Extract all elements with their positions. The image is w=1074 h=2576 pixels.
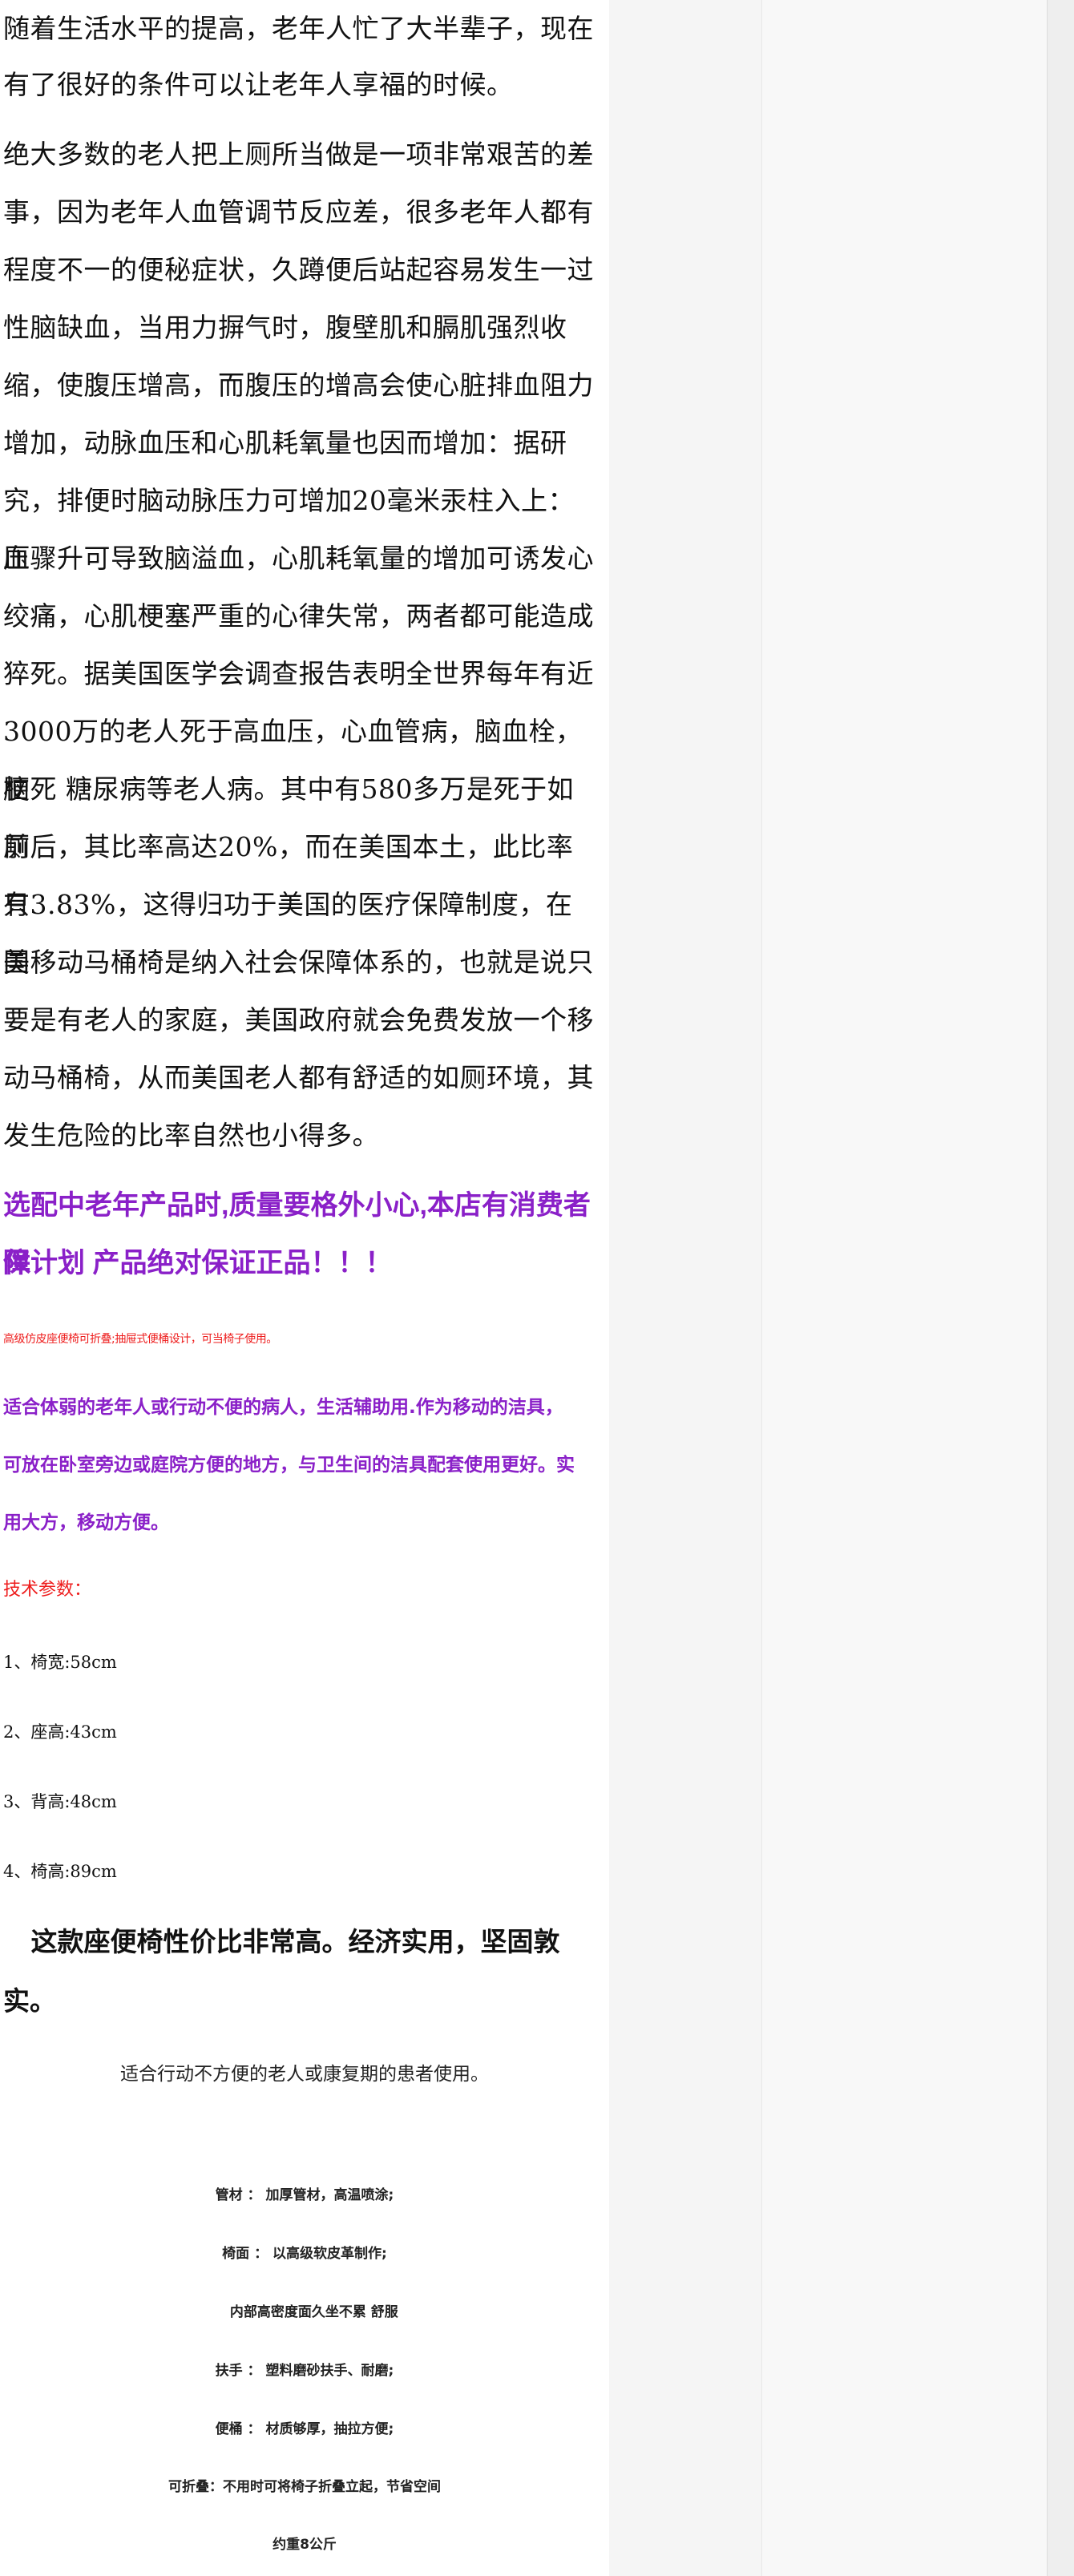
headline-line-2: 实。 <box>3 1985 56 2017</box>
body-line: 发生危险的比率自然也小得多。 <box>3 1120 379 1151</box>
red-feature-note: 高级仿皮座便椅可折叠;抽屉式便桶设计，可当椅子使用。 <box>3 1333 277 1346</box>
feature-line: 内部高密度面久坐不累 舒服 <box>211 2304 398 2320</box>
vertical-scrollbar[interactable] <box>1047 0 1074 2576</box>
body-line: 要是有老人的家庭，美国政府就会免费发放一个移 <box>3 1004 594 1036</box>
purple-usage-line-3: 用大方，移动方便。 <box>3 1512 169 1533</box>
intro-line-1: 随着生活水平的提高，老年人忙了大半辈子，现在 <box>3 13 594 44</box>
body-line: 压骤升可导致脑溢血，心肌耗氧量的增加可诱发心 <box>3 543 594 574</box>
middle-gutter <box>609 0 761 2576</box>
body-line: 国移动马桶椅是纳入社会保障体系的，也就是说只 <box>3 947 594 978</box>
product-description: 随着生活水平的提高，老年人忙了大半辈子，现在 有了很好的条件可以让老年人享福的时… <box>0 0 609 2576</box>
purple-usage-line-1: 适合体弱的老年人或行动不便的病人，生活辅助用.作为移动的洁具， <box>3 1397 563 1418</box>
headline-line-1: 这款座便椅性价比非常高。经济实用，坚固敦 <box>3 1926 560 1957</box>
feature-line: 约重8公斤 <box>273 2537 337 2553</box>
intro-line-2: 有了很好的条件可以让老年人享福的时候。 <box>3 69 514 100</box>
purple-usage-line-2: 可放在卧室旁边或庭院方便的地方，与卫生间的洁具配套使用更好。实 <box>3 1455 575 1476</box>
spec-item: 2、座高:43cm <box>3 1722 117 1742</box>
spec-item: 1、椅宽:58cm <box>3 1653 117 1672</box>
right-sidebar <box>761 0 1048 2576</box>
feature-line: 管材 ： 加厚管材，高温喷涂; <box>215 2187 394 2203</box>
body-line: 事，因为老年人血管调节反应差，很多老年人都有 <box>3 196 594 228</box>
feature-line: 扶手 ： 塑料磨砂扶手、耐磨; <box>215 2363 394 2379</box>
page: 随着生活水平的提高，老年人忙了大半辈子，现在 有了很好的条件可以让老年人享福的时… <box>0 0 1074 2576</box>
body-line: 猝死。据美国医学会调查报告表明全世界每年有近 <box>3 658 594 689</box>
body-line: 动马桶椅，从而美国老人都有舒适的如厕环境，其 <box>3 1062 594 1093</box>
feature-line: 可折叠：不用时可将椅子折叠立起，节省空间 <box>168 2479 441 2495</box>
body-line: 程度不一的便秘症状，久蹲便后站起容易发生一过 <box>3 254 594 285</box>
body-line: 绝大多数的老人把上厕所当做是一项非常艰苦的差 <box>3 139 594 170</box>
spec-item: 4、椅高:89cm <box>3 1862 117 1881</box>
feature-line: 便桶 ： 材质够厚，抽拉方便; <box>215 2421 394 2437</box>
tech-params-label: 技术参数： <box>3 1580 92 1600</box>
suitable-for-text: 适合行动不方便的老人或康复期的患者使用。 <box>120 2064 489 2085</box>
body-line: 性脑缺血，当用力摒气时，腹壁肌和膈肌强烈收 <box>3 312 567 343</box>
body-line: 增加，动脉血压和心肌耗氧量也因而增加：据研 <box>3 427 567 458</box>
body-line: 缩，使腹压增高，而腹压的增高会使心脏排血阻力 <box>3 369 594 401</box>
body-line: 绞痛，心肌梗塞严重的心律失常，两者都可能造成 <box>3 600 594 632</box>
spec-item: 3、背高:48cm <box>3 1792 117 1811</box>
promo-line-2: 障计划 产品绝对保证正品！！！ <box>3 1248 393 1278</box>
feature-line: 椅面 ： 以高级软皮革制作; <box>222 2246 387 2262</box>
